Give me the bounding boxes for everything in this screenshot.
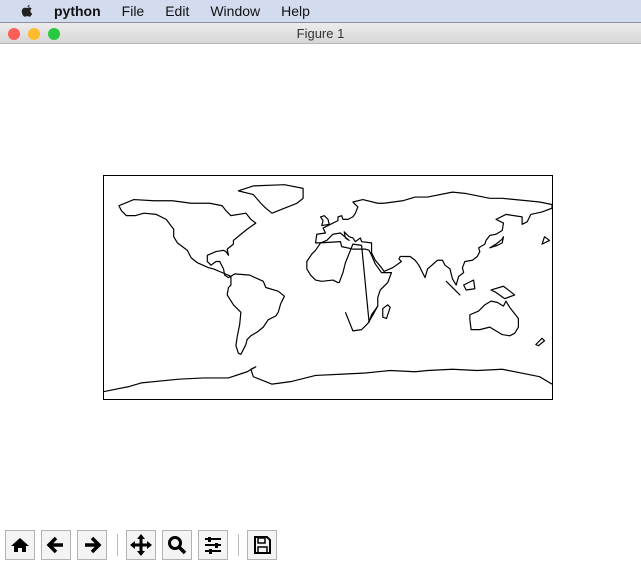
arrow-right-icon (85, 536, 102, 554)
menu-bar: python File Edit Window Help (0, 0, 641, 22)
home-icon (11, 538, 29, 552)
arrow-left-icon (46, 536, 63, 554)
configure-subplots-button[interactable] (198, 530, 228, 560)
window-titlebar: Figure 1 (0, 22, 641, 44)
coastline-africa-south (345, 306, 377, 331)
menu-window[interactable]: Window (210, 3, 260, 19)
coastline-uk (321, 216, 330, 226)
back-button[interactable] (41, 530, 71, 560)
zoom-button[interactable] (162, 530, 192, 560)
coastline-antarctica (104, 367, 552, 392)
pan-button[interactable] (126, 530, 156, 560)
coastline-africa (307, 242, 392, 323)
apple-icon[interactable] (20, 4, 34, 18)
window-title: Figure 1 (296, 26, 345, 41)
home-button[interactable] (5, 530, 35, 560)
menu-python[interactable]: python (54, 3, 101, 19)
move-icon (130, 534, 152, 556)
coastline-madagascar (383, 305, 390, 319)
toolbar-separator (238, 534, 239, 556)
menu-file[interactable]: File (122, 3, 145, 19)
coastline-japan (490, 237, 504, 248)
coastline-australia (470, 301, 519, 336)
menu-help[interactable]: Help (281, 3, 310, 19)
save-button[interactable] (247, 530, 277, 560)
toolbar-separator (117, 534, 118, 556)
floppy-disk-icon (254, 536, 271, 554)
world-map-axes (103, 175, 553, 400)
coastline-greenland (238, 185, 303, 213)
navigation-toolbar (5, 530, 283, 560)
coastline-eurasia (316, 192, 552, 285)
sliders-icon (205, 537, 221, 554)
coastline-new-zealand (536, 237, 550, 346)
forward-button[interactable] (77, 530, 107, 560)
coastline-north-america (119, 200, 256, 278)
coastline-south-america (227, 274, 284, 355)
menu-edit[interactable]: Edit (165, 3, 189, 19)
magnifier-icon (168, 536, 187, 555)
